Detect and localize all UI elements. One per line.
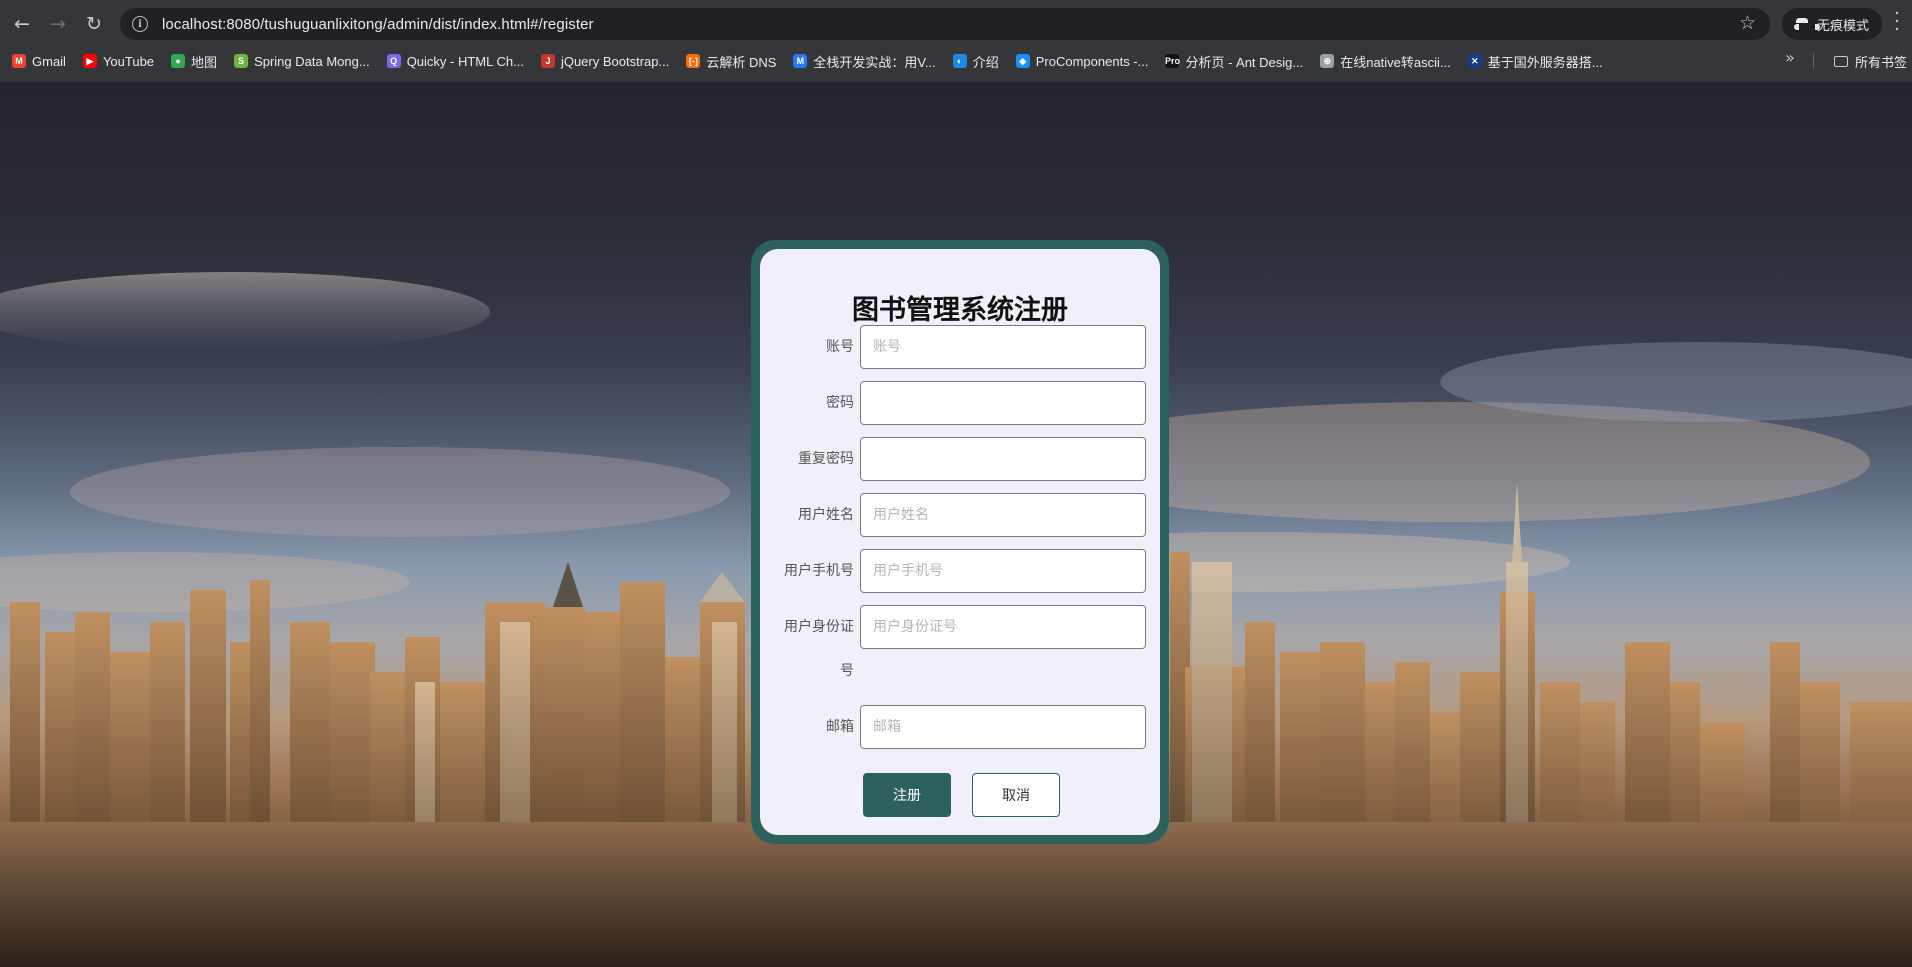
arrow-left-icon: ← xyxy=(14,12,30,35)
star-icon[interactable]: ☆ xyxy=(1739,12,1756,34)
phone-input[interactable] xyxy=(860,549,1146,593)
register-button[interactable]: 注册 xyxy=(863,773,951,817)
bookmark-item[interactable]: Q Quicky - HTML Ch... xyxy=(386,53,524,69)
bookmark-label: 地图 xyxy=(191,54,218,70)
account-input[interactable] xyxy=(860,325,1146,369)
repeat-password-label: 重复密码 xyxy=(798,451,854,467)
form-title: 图书管理系统注册 xyxy=(852,295,1068,326)
cancel-button[interactable]: 取消 xyxy=(972,773,1060,817)
name-label: 用户姓名 xyxy=(798,507,854,523)
email-label: 邮箱 xyxy=(826,719,854,735)
field-row-password: 密码 xyxy=(760,381,1160,425)
arrow-right-icon: → xyxy=(50,12,66,35)
bookmark-item[interactable]: M Gmail xyxy=(12,54,66,69)
email-input[interactable] xyxy=(860,705,1146,749)
address-bar[interactable]: i localhost:8080/tushuguanlixitong/admin… xyxy=(120,8,1770,40)
field-row-name: 用户姓名 xyxy=(760,493,1160,537)
m-icon: M xyxy=(793,54,808,68)
bookmarks-bar: M Gmail ▶ YouTube ● 地图 S Spring Data Mong... Q Qu… xyxy=(0,48,1912,74)
youtube-icon: ▶ xyxy=(82,54,97,68)
chevron-double-right-icon[interactable]: » xyxy=(1785,48,1795,67)
bookmark-item[interactable]: S Spring Data Mong... xyxy=(234,54,370,69)
repeat-password-input[interactable] xyxy=(860,437,1146,481)
bookmark-item[interactable]: JjQuery Bootstrap... xyxy=(540,53,670,69)
phone-label: 用户手机号 xyxy=(784,563,854,579)
bookmark-item[interactable]: ◆ ProComponents -... xyxy=(1015,53,1149,69)
bookmark-label: jQuery Bootstrap... xyxy=(560,53,670,69)
bookmark-label: 全栈开发实战：用V... xyxy=(813,54,936,70)
field-row-phone: 用户手机号 xyxy=(760,549,1160,593)
quicky-icon: Q xyxy=(386,54,401,68)
forward-button[interactable]: → xyxy=(40,8,76,40)
aliyun-icon: [-] xyxy=(686,54,701,68)
field-row-id-card: 用户身份证号 xyxy=(760,605,1160,693)
maps-icon: ● xyxy=(171,54,186,68)
all-bookmarks-label: 所有书签 xyxy=(1855,55,1908,70)
back-button[interactable]: ← xyxy=(4,8,40,40)
account-label: 账号 xyxy=(826,339,854,355)
bookmark-label: 基于国外服务器搭... xyxy=(1487,54,1603,70)
bookmark-item[interactable]: M 全栈开发实战：用V... xyxy=(793,52,936,71)
bookmark-item[interactable]: Pro 分析页 - Ant Desig... xyxy=(1165,52,1303,71)
intro-icon: ◐ xyxy=(952,54,967,68)
id-card-label: 用户身份证号 xyxy=(784,619,854,679)
bookmark-label: Spring Data Mong... xyxy=(254,53,370,69)
all-bookmarks-button[interactable]: 所有书签 xyxy=(1834,52,1907,71)
bookmark-label: 云解析 DNS xyxy=(706,54,777,70)
reload-button[interactable]: ↻ xyxy=(76,8,112,40)
bookmark-item[interactable]: ▶ YouTube xyxy=(82,53,155,69)
jquery-icon: J xyxy=(540,54,555,68)
url-text[interactable]: localhost:8080/tushuguanlixitong/admin/d… xyxy=(162,16,594,33)
reload-icon: ↻ xyxy=(86,12,102,35)
field-row-email: 邮箱 xyxy=(760,705,1160,749)
bookmark-label: Gmail xyxy=(32,53,66,69)
incognito-indicator[interactable]: 无痕模式 xyxy=(1782,8,1882,40)
incognito-icon xyxy=(1794,18,1820,30)
gmail-icon: M xyxy=(12,54,26,68)
bookmark-item[interactable]: ◐ 介绍 xyxy=(952,52,999,71)
globe-icon: ⊕ xyxy=(1320,54,1335,68)
spring-icon: S xyxy=(234,54,249,68)
pro-icon: Pro xyxy=(1164,54,1180,68)
info-icon[interactable]: i xyxy=(132,16,148,32)
procomponents-icon: ◆ xyxy=(1015,54,1030,68)
bookmark-label: ProComponents -... xyxy=(1035,53,1149,69)
bookmark-item[interactable]: ✕ 基于国外服务器搭... xyxy=(1467,52,1603,71)
name-input[interactable] xyxy=(860,493,1146,537)
bookmark-label: 在线native转ascii... xyxy=(1340,54,1451,70)
page-viewport: 图书管理系统注册 账号 密码 重复密码 用户姓名 用户手机号 xyxy=(0,82,1912,967)
browser-toolbar: ← → ↻ i localhost:8080/tushuguanlixitong… xyxy=(0,6,1912,41)
bookmark-divider xyxy=(1813,53,1814,69)
bookmark-label: Quicky - HTML Ch... xyxy=(406,53,524,69)
bookmark-item[interactable]: [-] 云解析 DNS xyxy=(686,52,776,71)
register-form: 图书管理系统注册 账号 密码 重复密码 用户姓名 用户手机号 xyxy=(760,249,1160,835)
browser-chrome: ← → ↻ i localhost:8080/tushuguanlixitong… xyxy=(0,0,1912,82)
register-card: 图书管理系统注册 账号 密码 重复密码 用户姓名 用户手机号 xyxy=(751,240,1169,844)
bookmark-label: 分析页 - Ant Desig... xyxy=(1185,54,1304,70)
field-row-account: 账号 xyxy=(760,325,1160,369)
menu-dots-icon[interactable]: · · · xyxy=(1892,5,1902,39)
folder-icon xyxy=(1834,56,1848,67)
bookmark-item[interactable]: ⊕ 在线native转ascii... xyxy=(1320,52,1451,71)
bookmark-label: 介绍 xyxy=(972,54,999,70)
incognito-label: 无痕模式 xyxy=(1817,17,1870,33)
bookmark-label: YouTube xyxy=(102,53,155,69)
flag-icon: ✕ xyxy=(1467,54,1482,68)
password-label: 密码 xyxy=(826,395,854,411)
password-input[interactable] xyxy=(860,381,1146,425)
bookmark-item[interactable]: ● 地图 xyxy=(171,52,217,71)
id-card-input[interactable] xyxy=(860,605,1146,649)
field-row-repeat-password: 重复密码 xyxy=(760,437,1160,481)
